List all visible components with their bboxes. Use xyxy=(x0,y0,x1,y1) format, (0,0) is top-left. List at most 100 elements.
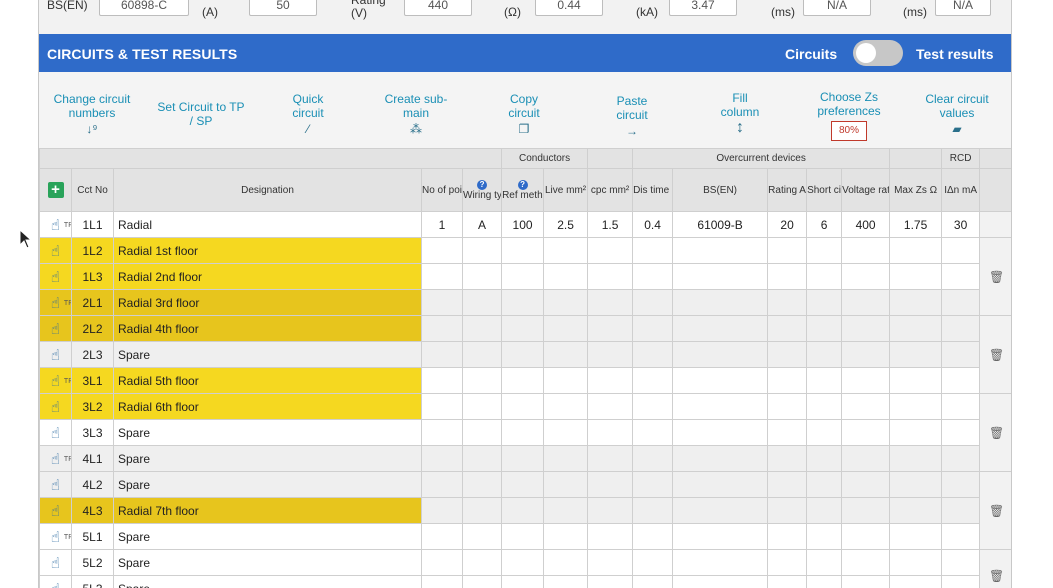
zs-percent-badge[interactable]: 80% xyxy=(830,121,867,141)
ref-cell[interactable] xyxy=(501,393,545,420)
volt-cell[interactable] xyxy=(841,419,891,446)
live-cell[interactable] xyxy=(543,549,589,576)
points-cell[interactable] xyxy=(421,497,463,524)
circuit-row[interactable]: ☝ 4L2 Spare 🗑 xyxy=(39,471,1011,550)
designation-cell[interactable]: Spare xyxy=(113,575,422,588)
select-circuit-cell[interactable]: ☝ xyxy=(39,419,72,446)
live-cell[interactable] xyxy=(543,237,589,264)
create-sub-main-button[interactable]: Create sub-main ⁂ xyxy=(384,92,448,136)
dis-cell[interactable] xyxy=(632,575,674,588)
cpc-cell[interactable] xyxy=(587,393,634,420)
hand-pointer-icon[interactable]: ☝ xyxy=(51,242,60,260)
designation-cell[interactable]: Spare xyxy=(113,341,422,368)
designation-cell[interactable]: Radial 6th floor xyxy=(113,393,422,420)
live-cell[interactable] xyxy=(543,263,589,290)
points-cell[interactable]: 1 xyxy=(421,211,463,238)
idn-cell[interactable] xyxy=(941,237,981,264)
volt-cell[interactable] xyxy=(841,289,891,316)
sc-cell[interactable] xyxy=(806,289,843,316)
wiring-cell[interactable] xyxy=(461,471,503,498)
designation-cell[interactable]: Spare xyxy=(113,419,422,446)
volt-cell[interactable] xyxy=(841,523,891,550)
circuit-row[interactable]: ☝TP2L1Radial 3rd floor xyxy=(39,289,1012,316)
bs-cell[interactable] xyxy=(672,445,769,472)
points-cell[interactable] xyxy=(421,445,463,472)
dis-cell[interactable] xyxy=(632,549,674,576)
wiring-cell[interactable] xyxy=(461,419,503,446)
ref-cell[interactable] xyxy=(501,263,545,290)
designation-cell[interactable]: Radial 1st floor xyxy=(113,237,422,264)
select-circuit-cell[interactable]: ☝TP xyxy=(39,289,72,316)
rating-cell[interactable] xyxy=(767,445,808,472)
volt-cell[interactable] xyxy=(841,471,891,498)
idn-cell[interactable] xyxy=(941,523,981,550)
sc-cell[interactable] xyxy=(806,419,843,446)
select-circuit-cell[interactable]: ☝ xyxy=(39,315,72,342)
designation-cell[interactable]: Spare xyxy=(113,445,422,472)
volt-cell[interactable] xyxy=(841,445,891,472)
idn-cell[interactable] xyxy=(941,263,981,290)
sc-cell[interactable] xyxy=(806,367,843,394)
zs-cell[interactable] xyxy=(889,289,943,316)
select-circuit-cell[interactable]: ☝ xyxy=(39,237,72,264)
cpc-cell[interactable]: 1.5 xyxy=(587,211,634,238)
idn-cell[interactable] xyxy=(941,341,981,368)
live-cell[interactable] xyxy=(543,393,589,420)
trash-icon[interactable]: 🗑 xyxy=(989,426,1004,440)
sc-cell[interactable] xyxy=(806,445,843,472)
bs-cell[interactable] xyxy=(672,315,769,342)
cpc-cell[interactable] xyxy=(587,419,634,446)
trash-icon[interactable]: 🗑 xyxy=(989,504,1004,518)
points-cell[interactable] xyxy=(421,471,463,498)
volt-cell[interactable] xyxy=(841,575,891,588)
wiring-cell[interactable] xyxy=(461,393,503,420)
hand-pointer-icon[interactable]: ☝TP xyxy=(51,528,71,546)
sc-cell[interactable] xyxy=(806,523,843,550)
hand-pointer-icon[interactable]: ☝TP xyxy=(51,450,71,468)
designation-cell[interactable]: Spare xyxy=(113,549,422,576)
circuit-row[interactable]: ☝ 2L2 Radial 4th floor 🗑 xyxy=(39,315,1011,394)
rating-cell[interactable] xyxy=(767,341,808,368)
volt-cell[interactable] xyxy=(841,341,891,368)
copy-circuit-button[interactable]: Copy circuit ❐ xyxy=(501,92,547,136)
quick-circuit-button[interactable]: Quick circuit ⁄ xyxy=(283,92,333,136)
ref-cell[interactable] xyxy=(501,419,545,446)
circuit-row[interactable]: ☝ 1L2 Radial 1st floor 🗑 xyxy=(39,237,1011,316)
zs-cell[interactable] xyxy=(889,497,943,524)
designation-cell[interactable]: Radial 5th floor xyxy=(113,367,422,394)
ref-cell[interactable] xyxy=(501,341,545,368)
cpc-cell[interactable] xyxy=(587,497,634,524)
points-cell[interactable] xyxy=(421,315,463,342)
wiring-cell[interactable] xyxy=(461,497,503,524)
dis-cell[interactable] xyxy=(632,263,674,290)
hand-pointer-icon[interactable]: ☝ xyxy=(51,476,60,494)
live-cell[interactable] xyxy=(543,419,589,446)
volt-cell[interactable] xyxy=(841,237,891,264)
dis-cell[interactable] xyxy=(632,393,674,420)
rating-cell[interactable] xyxy=(767,289,808,316)
designation-cell[interactable]: Radial 4th floor xyxy=(113,315,422,342)
idn-cell[interactable] xyxy=(941,393,981,420)
rating-cell[interactable] xyxy=(767,523,808,550)
zs-cell[interactable]: 1.75 xyxy=(889,211,943,238)
circuit-row[interactable]: ☝TP4L1Spare xyxy=(39,445,1012,472)
designation-cell[interactable]: Radial xyxy=(113,211,422,238)
rating-cell[interactable] xyxy=(767,263,808,290)
hand-pointer-icon[interactable]: ☝ xyxy=(51,502,60,520)
zs-cell[interactable] xyxy=(889,523,943,550)
fill-column-button[interactable]: Fill column ↕ xyxy=(717,91,763,136)
ref-cell[interactable] xyxy=(501,497,545,524)
rating-cell[interactable] xyxy=(767,393,808,420)
idn-cell[interactable] xyxy=(941,315,981,342)
select-circuit-cell[interactable]: ☝TP xyxy=(39,367,72,394)
rating-cell[interactable] xyxy=(767,419,808,446)
dis-cell[interactable] xyxy=(632,445,674,472)
cpc-cell[interactable] xyxy=(587,523,634,550)
wiring-cell[interactable] xyxy=(461,445,503,472)
circuit-row[interactable]: ☝ 5L2 Spare 🗑 xyxy=(39,549,1011,588)
select-circuit-cell[interactable]: ☝ xyxy=(39,341,72,368)
points-cell[interactable] xyxy=(421,419,463,446)
rating-cell[interactable] xyxy=(767,497,808,524)
volt-cell[interactable] xyxy=(841,315,891,342)
hand-pointer-icon[interactable]: ☝ xyxy=(51,580,60,588)
